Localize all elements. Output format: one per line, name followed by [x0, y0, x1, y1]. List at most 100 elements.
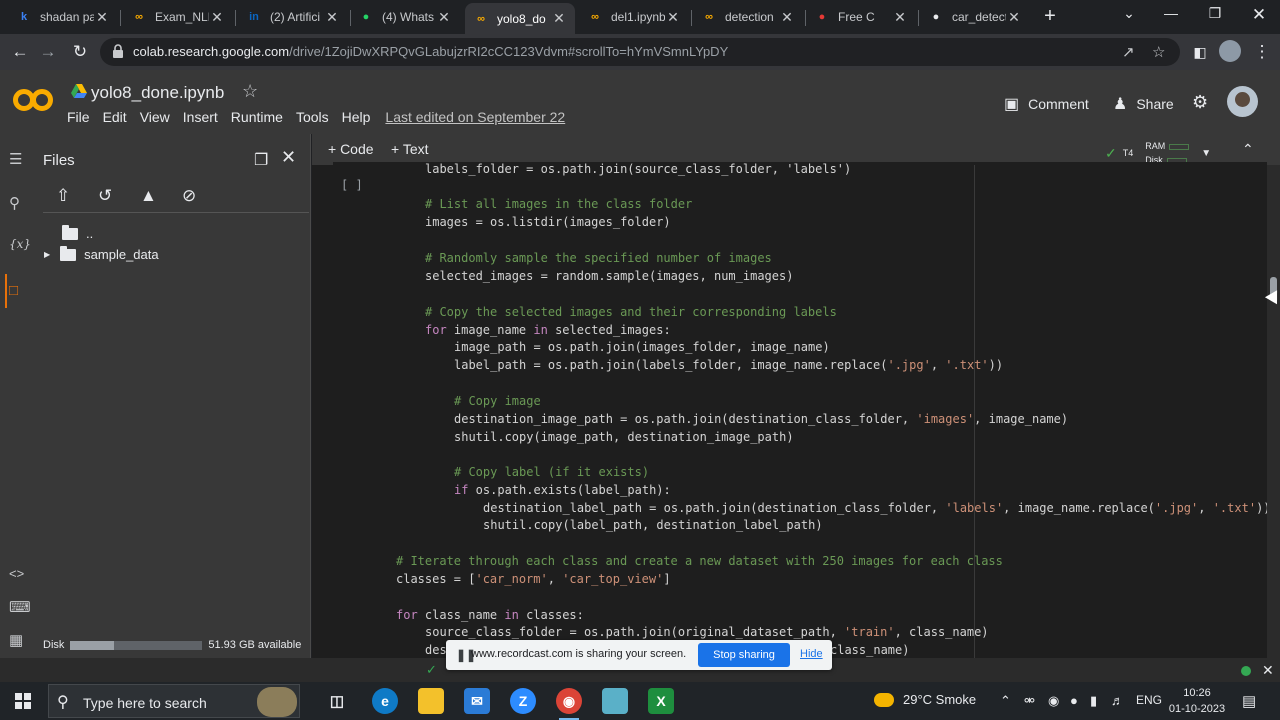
code-line: for image_name in selected_images:: [425, 323, 671, 337]
run-cell-indicator[interactable]: [ ]: [341, 178, 363, 192]
variables-icon[interactable]: {x}: [9, 237, 31, 251]
gear-icon[interactable]: ⚙: [1192, 92, 1208, 113]
forward-icon[interactable]: →: [36, 40, 60, 64]
zoom-icon[interactable]: Z: [510, 688, 536, 714]
search-icon[interactable]: ⚲: [9, 194, 20, 212]
tab-close-icon[interactable]: ✕: [779, 9, 795, 26]
volume-icon[interactable]: ♬: [1111, 693, 1124, 708]
code-snippets-icon[interactable]: <>: [9, 566, 24, 581]
notification-icon[interactable]: ▤: [1242, 692, 1256, 710]
browser-tab[interactable]: ● (4) Whats ✕: [350, 3, 460, 31]
browser-tab[interactable]: ● Free C ✕: [806, 3, 916, 31]
back-icon[interactable]: ←: [8, 40, 32, 64]
mount-drive-icon[interactable]: ▲: [140, 186, 182, 206]
edge-icon[interactable]: e: [372, 688, 398, 714]
mail-icon[interactable]: ✉: [464, 688, 490, 714]
close-panel-icon[interactable]: ✕: [281, 147, 296, 168]
sidebar-toggle-icon[interactable]: ◧: [1188, 40, 1212, 64]
network-icon[interactable]: ⚮: [1024, 693, 1035, 709]
minimize-button[interactable]: —: [1156, 5, 1186, 21]
status-check-icon: ✓: [426, 662, 437, 677]
menu-help[interactable]: Help: [342, 109, 371, 125]
add-code-button[interactable]: + Code: [328, 141, 374, 157]
tab-close-icon[interactable]: ✕: [892, 9, 908, 26]
terminal-icon[interactable]: ▦: [9, 631, 23, 649]
menu-runtime[interactable]: Runtime: [231, 109, 283, 125]
browser-menu-icon[interactable]: ⋮: [1250, 40, 1274, 64]
collapse-icon[interactable]: ⌃: [1242, 141, 1254, 158]
search-highlight-image[interactable]: [257, 687, 297, 717]
browser-tab[interactable]: k shadan pa ✕: [8, 3, 118, 31]
tray-chevron-icon[interactable]: ⌃: [1000, 693, 1011, 709]
star-icon[interactable]: ☆: [242, 81, 258, 102]
excel-icon[interactable]: X: [648, 688, 674, 714]
table-of-contents-icon[interactable]: ☰: [9, 150, 22, 168]
refresh-folder-icon[interactable]: ↺: [98, 186, 140, 206]
new-tab-button[interactable]: +: [1038, 5, 1062, 29]
close-window-button[interactable]: ✕: [1244, 5, 1274, 25]
expand-arrow-icon[interactable]: ▶: [44, 250, 50, 259]
language-indicator[interactable]: ENG: [1136, 693, 1162, 707]
profile-avatar[interactable]: [1219, 40, 1241, 62]
menu-tools[interactable]: Tools: [296, 109, 329, 125]
file-explorer-icon[interactable]: [418, 688, 444, 714]
last-edited-link[interactable]: Last edited on September 22: [385, 109, 565, 125]
browser-tab[interactable]: ∞ del1.ipynb ✕: [579, 3, 689, 31]
tab-close-icon[interactable]: ✕: [324, 9, 340, 26]
command-palette-icon[interactable]: ⌨: [9, 598, 31, 616]
browser-tab[interactable]: ∞ Exam_NLP✕: [123, 3, 233, 31]
share-button[interactable]: ♟ Share: [1113, 94, 1174, 114]
task-view-icon[interactable]: ◫: [324, 688, 350, 714]
notepad-icon[interactable]: [602, 688, 628, 714]
tab-close-icon[interactable]: ✕: [551, 10, 567, 27]
runtime-dropdown-icon[interactable]: ▼: [1201, 148, 1211, 159]
location-icon[interactable]: ◉: [1048, 693, 1059, 709]
menu-view[interactable]: View: [140, 109, 170, 125]
tab-close-icon[interactable]: ✕: [94, 9, 110, 26]
taskbar-search[interactable]: ⚲ Type here to search: [48, 684, 300, 718]
new-window-icon[interactable]: ❐: [254, 150, 268, 170]
windows-start-icon[interactable]: [15, 693, 31, 709]
maximize-button[interactable]: ❐: [1200, 5, 1230, 22]
menu-edit[interactable]: Edit: [103, 109, 127, 125]
browser-tab[interactable]: ● car_detect ✕: [920, 3, 1030, 31]
browser-tab[interactable]: ∞ yolo8_do ✕: [465, 3, 575, 34]
tab-close-icon[interactable]: ✕: [1006, 9, 1022, 26]
notebook-toolbar: + Code + Text ✓ T4 RAM Disk ▼ ⌃: [312, 134, 1280, 165]
browser-tab[interactable]: ∞ detection ✕: [693, 3, 803, 31]
tab-close-icon[interactable]: ✕: [209, 9, 225, 26]
menu-file[interactable]: File: [67, 109, 90, 125]
hide-button[interactable]: Hide: [800, 648, 823, 660]
taskbar-clock[interactable]: 10:26 01-10-2023: [1165, 685, 1229, 717]
bookmark-star-icon[interactable]: ☆: [1152, 43, 1165, 61]
chrome-icon[interactable]: ◉: [556, 688, 582, 720]
left-rail: ☰ ⚲ {x} □ <> ⌨ ▦: [0, 134, 36, 658]
hide-files-icon[interactable]: ⊘: [182, 186, 224, 206]
code-editor[interactable]: labels_folder = os.path.join(source_clas…: [333, 162, 1267, 658]
tab-close-icon[interactable]: ✕: [665, 9, 681, 26]
tab-search-icon[interactable]: ⌄: [1114, 5, 1144, 22]
stop-sharing-button[interactable]: Stop sharing: [698, 643, 790, 667]
code-cell[interactable]: labels_folder = os.path.join(source_clas…: [333, 162, 1267, 658]
tree-item-sample-data[interactable]: ▶ sample_data: [44, 245, 159, 262]
address-bar[interactable]: colab.research.google.com/drive/1ZojiDwX…: [100, 38, 1180, 66]
folder-icon[interactable]: □: [9, 282, 18, 299]
user-avatar[interactable]: [1227, 86, 1258, 117]
menu-insert[interactable]: Insert: [183, 109, 218, 125]
scrollbar[interactable]: [1267, 165, 1280, 658]
reload-icon[interactable]: ↻: [68, 40, 92, 64]
colab-logo[interactable]: [13, 86, 53, 114]
disk-label: Disk: [43, 639, 65, 651]
battery-icon[interactable]: ▮: [1090, 693, 1097, 709]
upload-icon[interactable]: ⇧: [56, 186, 98, 206]
status-close-icon[interactable]: ✕: [1262, 662, 1274, 679]
notebook-title[interactable]: yolo8_done.ipynb: [91, 83, 224, 103]
microphone-icon[interactable]: ●: [1070, 693, 1078, 708]
tab-close-icon[interactable]: ✕: [436, 9, 452, 26]
share-page-icon[interactable]: ↗: [1122, 43, 1135, 61]
browser-tab[interactable]: in (2) Artifici ✕: [238, 3, 348, 31]
add-text-button[interactable]: + Text: [391, 141, 429, 157]
weather-widget[interactable]: 29°C Smoke: [874, 692, 976, 707]
comment-button[interactable]: ▣ Comment: [1004, 94, 1089, 114]
tree-item-parent[interactable]: ..: [62, 224, 93, 241]
